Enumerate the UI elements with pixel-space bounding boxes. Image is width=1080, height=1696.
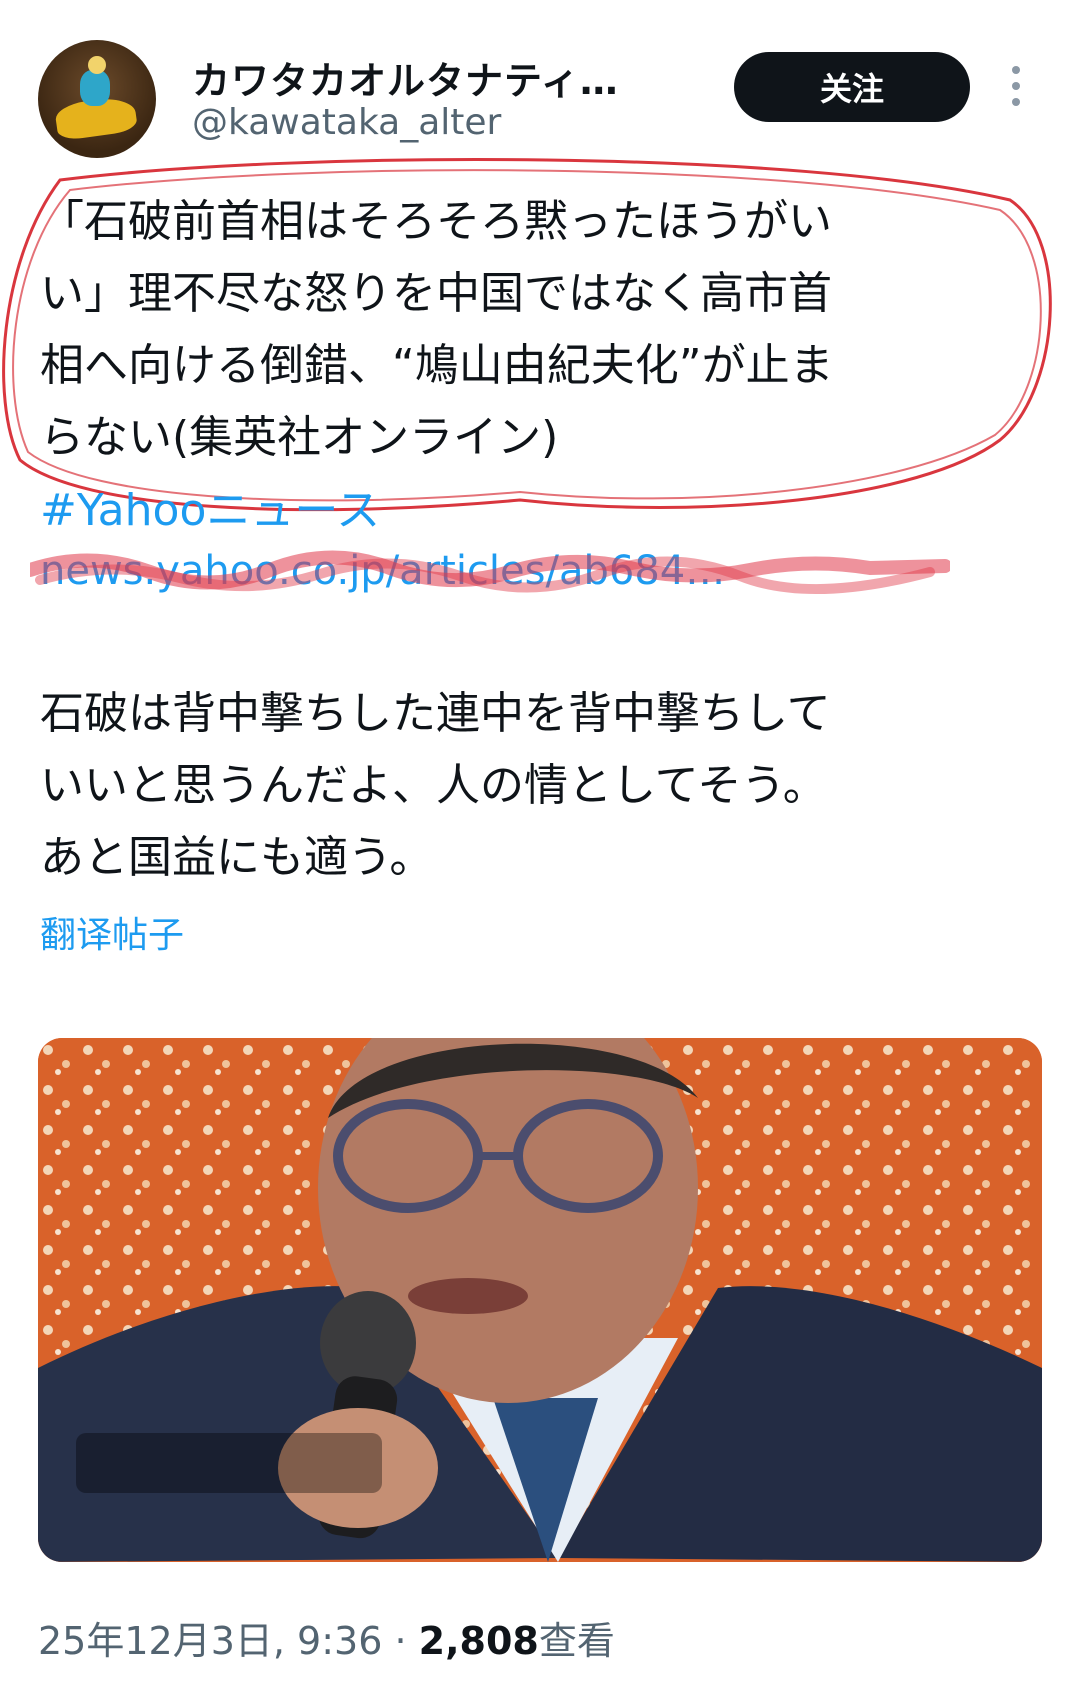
avatar-rider-shape (80, 70, 110, 106)
tweet-timestamp[interactable]: 25年12月3日, 9:36 · (38, 1619, 419, 1663)
more-vertical-icon[interactable] (1010, 66, 1022, 110)
avatar-head-shape (88, 56, 106, 74)
quote-line: 「石破前首相はそろそろ黙ったほうがい (40, 196, 832, 247)
tweet-comment-text: 石破は背中撃ちした連中を背中撃ちして いいと思うんだよ、人の情としてそう。 あと… (40, 678, 1040, 894)
comment-line: いいと思うんだよ、人の情としてそう。 (40, 760, 827, 811)
tweet-metadata: 25年12月3日, 9:36 · 2,808查看 (38, 1610, 615, 1665)
tweet-photo[interactable] (38, 1038, 1042, 1562)
user-display-name[interactable]: カワタカオルタナティ… (192, 50, 619, 105)
translate-post-link[interactable]: 翻译帖子 (40, 906, 184, 958)
quote-line: らない(集英社オンライン) (40, 412, 559, 463)
quote-line: い」理不尽な怒りを中国ではなく高市首 (40, 268, 832, 319)
quote-line: 相へ向ける倒錯、“鳩山由紀夫化”が止ま (40, 340, 834, 391)
views-label: 查看 (538, 1619, 615, 1663)
comment-line: あと国益にも適う。 (40, 832, 434, 883)
hashtag-link[interactable]: #Yahooニュース (40, 474, 380, 538)
link-redaction-scribble (30, 550, 950, 595)
photo-illustration (38, 1038, 1042, 1562)
comment-line: 石破は背中撃ちした連中を背中撃ちして (40, 688, 831, 739)
tweet-quote-text: 「石破前首相はそろそろ黙ったほうがい い」理不尽な怒りを中国ではなく高市首 相へ… (40, 186, 1020, 474)
user-handle[interactable]: @kawataka_alter (192, 102, 501, 143)
views-count: 2,808 (418, 1619, 539, 1663)
follow-button[interactable]: 关注 (734, 52, 970, 122)
avatar[interactable] (38, 40, 156, 158)
